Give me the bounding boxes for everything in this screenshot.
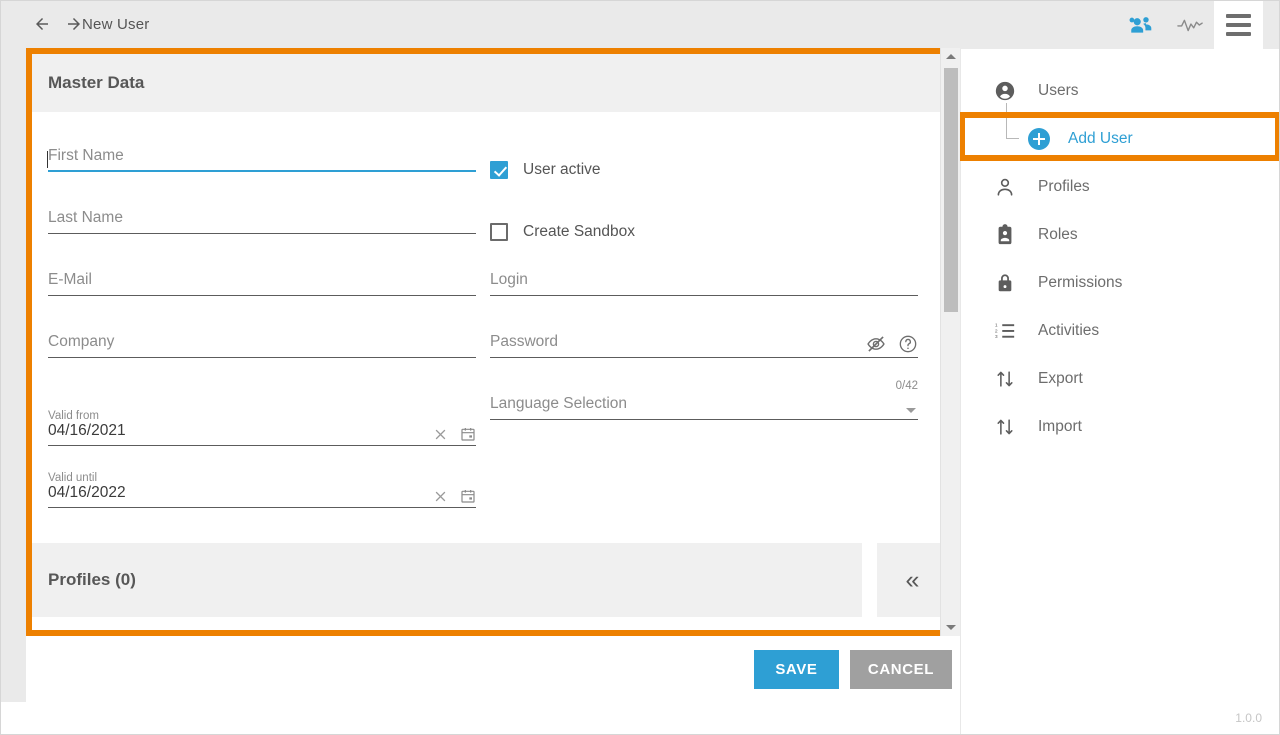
scroll-down-icon[interactable]	[941, 619, 961, 636]
user-active-checkbox-row[interactable]: User active	[490, 161, 601, 179]
chevron-down-icon[interactable]	[906, 408, 916, 413]
sidebar-item-label: Activities	[1038, 322, 1099, 340]
arrow-left-icon[interactable]	[33, 15, 51, 33]
right-sidebar: Users Add User Profiles Roles Permission…	[960, 49, 1280, 735]
valid-until-icons	[433, 488, 476, 504]
field-underline	[48, 295, 476, 296]
lock-icon	[994, 272, 1016, 294]
first-name-placeholder: First Name	[48, 147, 124, 165]
sidebar-item-add-user[interactable]: Add User	[961, 115, 1280, 163]
close-icon[interactable]	[433, 489, 448, 504]
field-underline	[48, 233, 476, 234]
field-underline	[490, 357, 918, 358]
users-group-icon[interactable]	[1116, 0, 1165, 49]
sidebar-item-label: Roles	[1038, 226, 1078, 244]
profiles-title: Profiles (0)	[48, 570, 136, 590]
breadcrumb[interactable]: New User	[82, 16, 149, 33]
create-sandbox-checkbox-row[interactable]: Create Sandbox	[490, 223, 635, 241]
svg-text:1: 1	[995, 323, 998, 329]
master-data-header: Master Data	[32, 54, 948, 112]
language-selection-placeholder: Language Selection	[490, 395, 627, 413]
valid-from-field[interactable]: Valid from 04/16/2021	[48, 412, 476, 446]
field-underline	[490, 295, 918, 296]
last-name-placeholder: Last Name	[48, 209, 123, 227]
sidebar-item-label: Add User	[1068, 130, 1133, 148]
close-icon[interactable]	[433, 427, 448, 442]
sidebar-item-import[interactable]: Import	[961, 403, 1280, 451]
section-title: Master Data	[48, 73, 144, 93]
valid-from-icons	[433, 426, 476, 442]
navigation-arrows	[33, 15, 83, 33]
user-active-checkbox[interactable]	[490, 161, 508, 179]
create-sandbox-label: Create Sandbox	[523, 223, 635, 241]
login-placeholder: Login	[490, 271, 528, 289]
password-placeholder: Password	[490, 333, 558, 351]
sidebar-item-profiles[interactable]: Profiles	[961, 163, 1280, 211]
scrollbar-thumb[interactable]	[944, 68, 958, 312]
calendar-icon[interactable]	[460, 426, 476, 442]
sidebar-item-permissions[interactable]: Permissions	[961, 259, 1280, 307]
left-gutter	[0, 49, 26, 702]
svg-text:3: 3	[995, 334, 998, 340]
profiles-section: Profiles (0) «	[32, 543, 948, 630]
plus-circle-icon	[1028, 128, 1050, 150]
transfer-arrows-icon	[994, 416, 1016, 438]
master-data-body: First Name Last Name E-Mail Company Vali	[32, 112, 948, 541]
sidebar-item-label: Users	[1038, 82, 1078, 100]
profiles-header[interactable]: Profiles (0)	[32, 543, 862, 617]
sidebar-item-label: Profiles	[1038, 178, 1090, 196]
create-sandbox-checkbox[interactable]	[490, 223, 508, 241]
tree-connector	[1006, 103, 1019, 139]
sidebar-item-roles[interactable]: Roles	[961, 211, 1280, 259]
application-window: New User	[0, 0, 1280, 735]
transfer-arrows-icon	[994, 368, 1016, 390]
valid-until-field[interactable]: Valid until 04/16/2022	[48, 474, 476, 508]
company-placeholder: Company	[48, 333, 114, 351]
eye-off-icon[interactable]	[866, 334, 886, 354]
svg-text:2: 2	[995, 328, 998, 334]
master-data-card: Master Data First Name Last Name E-Mail	[32, 54, 948, 630]
arrow-right-icon[interactable]	[65, 15, 83, 33]
save-button[interactable]: SAVE	[754, 650, 839, 689]
top-bar: New User	[0, 0, 1280, 49]
version-label: 1.0.0	[1235, 711, 1262, 725]
sidebar-item-label: Export	[1038, 370, 1083, 388]
password-counter: 0/42	[896, 380, 918, 392]
password-icons	[866, 334, 918, 354]
badge-id-icon	[994, 224, 1016, 246]
action-footer: SAVE CANCEL	[26, 637, 960, 702]
valid-from-value: 04/16/2021	[48, 422, 126, 440]
field-underline	[48, 445, 476, 446]
valid-until-value: 04/16/2022	[48, 484, 126, 502]
help-circle-icon[interactable]	[898, 334, 918, 354]
calendar-icon[interactable]	[460, 488, 476, 504]
numbered-list-icon: 1 2 3	[994, 320, 1016, 342]
valid-until-label: Valid until	[48, 472, 97, 484]
sidebar-item-label: Permissions	[1038, 274, 1122, 292]
field-underline	[48, 170, 476, 172]
email-placeholder: E-Mail	[48, 271, 92, 289]
valid-from-label: Valid from	[48, 410, 99, 422]
activity-pulse-icon[interactable]	[1165, 0, 1214, 49]
top-icon-group	[1116, 0, 1280, 49]
field-underline	[48, 357, 476, 358]
field-underline	[48, 507, 476, 508]
sidebar-item-activities[interactable]: 1 2 3 Activities	[961, 307, 1280, 355]
user-active-label: User active	[523, 161, 601, 179]
cancel-button[interactable]: CANCEL	[850, 650, 952, 689]
scroll-up-icon[interactable]	[941, 48, 961, 65]
profiles-body	[48, 617, 862, 630]
sidebar-item-label: Import	[1038, 418, 1082, 436]
user-circle-icon	[994, 80, 1016, 102]
hamburger-menu-icon[interactable]	[1214, 0, 1263, 49]
field-underline	[490, 419, 918, 420]
sidebar-item-export[interactable]: Export	[961, 355, 1280, 403]
chevron-double-left-icon[interactable]: «	[877, 543, 948, 617]
person-icon	[994, 176, 1016, 198]
vertical-scrollbar[interactable]	[940, 48, 960, 636]
